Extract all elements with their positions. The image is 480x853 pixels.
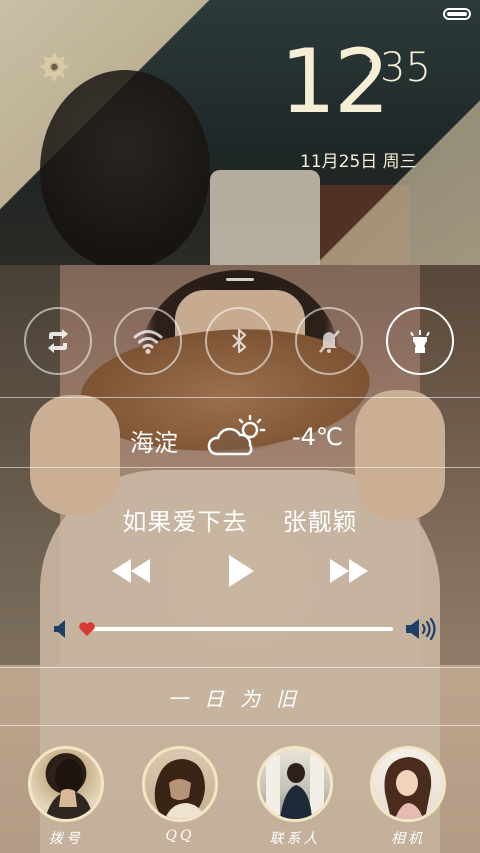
shortcut-label: QQ <box>165 828 195 844</box>
wifi-icon <box>133 330 163 354</box>
clock-minutes: 35 <box>380 45 431 91</box>
qq-avatar <box>142 746 218 822</box>
flashlight-icon <box>410 330 430 353</box>
shortcut-label: 联系人 <box>269 831 321 847</box>
play-button[interactable] <box>223 553 259 589</box>
divider <box>0 467 480 468</box>
volume-low-icon[interactable] <box>52 619 70 639</box>
fast-forward-icon <box>330 559 368 583</box>
gear-icon[interactable] <box>36 50 70 84</box>
weather-temperature: -4℃ <box>292 423 343 451</box>
play-icon <box>229 555 254 587</box>
divider <box>0 725 480 726</box>
sync-icon <box>48 329 68 353</box>
shortcut-dialer[interactable]: 拨号 <box>26 746 106 847</box>
mute-icon <box>319 330 340 353</box>
shortcut-label: 相机 <box>391 831 425 847</box>
heart-icon[interactable] <box>78 621 96 637</box>
date-label: 11月25日 周三 <box>300 152 417 172</box>
sound-toggle[interactable] <box>295 307 363 375</box>
shortcut-camera[interactable]: 相机 <box>368 746 448 847</box>
motto-text: 一日为旧 <box>168 687 312 711</box>
volume-high-icon[interactable] <box>404 617 438 641</box>
wifi-toggle[interactable] <box>114 307 182 375</box>
bluetooth-icon <box>232 328 247 354</box>
partly-cloudy-icon <box>206 414 270 460</box>
previous-button[interactable] <box>108 553 154 589</box>
panel-handle[interactable] <box>226 278 254 281</box>
shortcut-qq[interactable]: QQ <box>140 746 220 844</box>
battery-full-icon <box>443 8 471 20</box>
divider <box>0 397 480 398</box>
clock-separator: : <box>366 50 375 80</box>
rewind-icon <box>112 559 150 583</box>
wallpaper-top-shade <box>0 0 480 265</box>
song-title: 如果爱下去 <box>122 508 248 536</box>
bluetooth-toggle[interactable] <box>205 307 273 375</box>
flashlight-toggle[interactable] <box>386 307 454 375</box>
weather-city: 海淀 <box>130 429 178 457</box>
dialer-avatar <box>28 746 104 822</box>
next-button[interactable] <box>326 553 372 589</box>
contacts-avatar <box>257 746 333 822</box>
song-info: 如果爱下去 张靓颖 <box>0 502 480 537</box>
song-artist: 张靓颖 <box>282 508 358 536</box>
camera-avatar <box>370 746 446 822</box>
shortcut-label: 拨号 <box>49 831 83 847</box>
divider <box>0 667 480 668</box>
volume-slider[interactable] <box>82 627 393 631</box>
sync-toggle[interactable] <box>24 307 92 375</box>
shortcut-contacts[interactable]: 联系人 <box>255 746 335 847</box>
